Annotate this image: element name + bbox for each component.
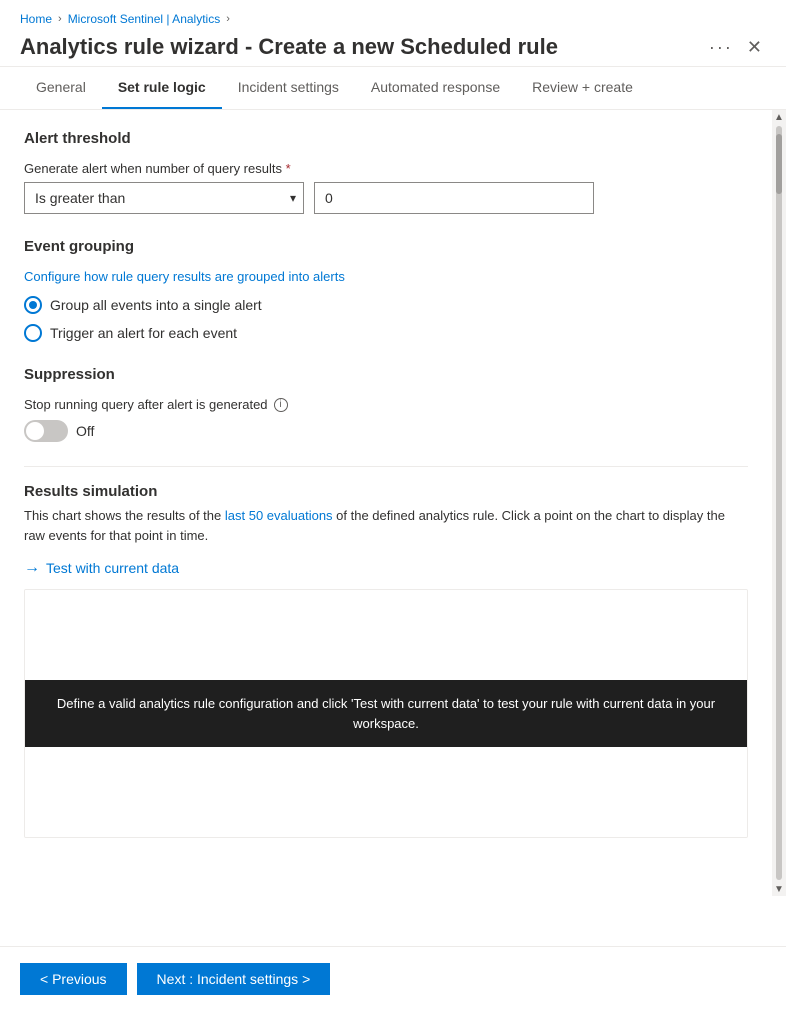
scrollbar[interactable]: ▲ ▼ — [772, 110, 786, 896]
radio-label-group-all: Group all events into a single alert — [50, 297, 262, 313]
breadcrumb-sep2: › — [226, 13, 230, 25]
results-desc-part1: This chart shows the results of the — [24, 508, 225, 523]
alert-threshold-label: Generate alert when number of query resu… — [24, 161, 748, 176]
tabs-bar: General Set rule logic Incident settings… — [0, 67, 786, 110]
scroll-track[interactable] — [776, 126, 782, 880]
header: Home › Microsoft Sentinel | Analytics › … — [0, 0, 786, 67]
event-grouping-title: Event grouping — [24, 238, 748, 255]
test-link-label: Test with current data — [46, 560, 179, 576]
previous-button[interactable]: < Previous — [20, 963, 127, 995]
stop-running-label: Stop running query after alert is genera… — [24, 397, 748, 412]
title-actions: ··· ✕ — [709, 37, 766, 58]
suppression-toggle[interactable] — [24, 420, 68, 442]
more-options-icon[interactable]: ··· — [709, 37, 733, 58]
breadcrumb-sentinel[interactable]: Microsoft Sentinel | Analytics — [68, 12, 221, 26]
chart-top-empty — [25, 590, 747, 680]
chart-bottom-empty — [25, 747, 747, 837]
radio-label-trigger-each: Trigger an alert for each event — [50, 325, 237, 341]
breadcrumb: Home › Microsoft Sentinel | Analytics › — [20, 12, 766, 26]
tab-set-rule-logic[interactable]: Set rule logic — [102, 67, 222, 109]
scroll-down-arrow[interactable]: ▼ — [772, 882, 786, 896]
tab-incident-settings[interactable]: Incident settings — [222, 67, 355, 109]
radio-group-all[interactable]: Group all events into a single alert — [24, 296, 748, 314]
tab-automated-response[interactable]: Automated response — [355, 67, 516, 109]
results-simulation-desc: This chart shows the results of the last… — [24, 506, 748, 545]
event-grouping-info: Configure how rule query results are gro… — [24, 269, 748, 284]
tab-review-create[interactable]: Review + create — [516, 67, 649, 109]
toggle-off-label: Off — [76, 423, 94, 439]
threshold-number-input[interactable] — [314, 182, 594, 214]
alert-threshold-title: Alert threshold — [24, 130, 748, 147]
next-button[interactable]: Next : Incident settings > — [137, 963, 331, 995]
required-indicator: * — [286, 161, 291, 176]
radio-inner-group-all — [29, 301, 37, 309]
breadcrumb-sep1: › — [58, 13, 62, 25]
alert-threshold-section: Alert threshold Generate alert when numb… — [24, 130, 748, 214]
chart-container[interactable]: Define a valid analytics rule configurat… — [24, 589, 748, 838]
toggle-knob — [26, 422, 44, 440]
radio-trigger-each[interactable]: Trigger an alert for each event — [24, 324, 748, 342]
test-link-arrow-icon: → — [24, 559, 40, 577]
footer-bar: < Previous Next : Incident settings > — [0, 946, 786, 1010]
suppression-section: Suppression Stop running query after ale… — [24, 366, 748, 442]
main-content: Alert threshold Generate alert when numb… — [0, 110, 772, 896]
results-simulation-section: Results simulation This chart shows the … — [24, 483, 748, 838]
test-with-current-data-link[interactable]: → Test with current data — [24, 559, 748, 577]
tab-general[interactable]: General — [20, 67, 102, 109]
threshold-dropdown[interactable]: Is greater than Is less than Is equal to — [24, 182, 304, 214]
close-button[interactable]: ✕ — [743, 37, 766, 58]
scroll-up-arrow[interactable]: ▲ — [772, 110, 786, 124]
threshold-inputs: Is greater than Is less than Is equal to… — [24, 182, 748, 214]
radio-circle-group-all — [24, 296, 42, 314]
results-desc-highlight: last 50 evaluations — [225, 508, 333, 523]
stop-running-info-icon[interactable]: i — [274, 398, 288, 412]
event-grouping-radio-group: Group all events into a single alert Tri… — [24, 296, 748, 342]
page-title: Analytics rule wizard - Create a new Sch… — [20, 34, 558, 60]
breadcrumb-home[interactable]: Home — [20, 12, 52, 26]
radio-circle-trigger-each — [24, 324, 42, 342]
chart-message: Define a valid analytics rule configurat… — [25, 680, 747, 747]
content-area: Alert threshold Generate alert when numb… — [0, 110, 786, 896]
suppression-title: Suppression — [24, 366, 748, 383]
suppression-toggle-row: Off — [24, 420, 748, 442]
event-grouping-section: Event grouping Configure how rule query … — [24, 238, 748, 342]
results-simulation-title: Results simulation — [24, 483, 748, 500]
section-divider — [24, 466, 748, 467]
threshold-dropdown-wrapper: Is greater than Is less than Is equal to… — [24, 182, 304, 214]
scroll-thumb[interactable] — [776, 134, 782, 194]
